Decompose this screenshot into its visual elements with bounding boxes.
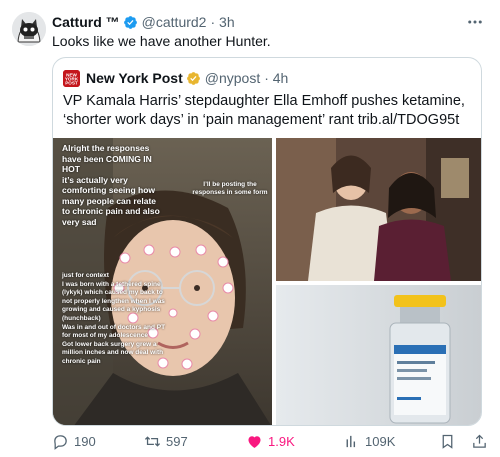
share-button[interactable]: [471, 431, 493, 451]
avatar[interactable]: [12, 12, 46, 46]
quote-author-handle[interactable]: @nypost: [205, 70, 260, 86]
verified-badge-icon: [123, 15, 137, 29]
like-count: 1.9K: [268, 433, 295, 449]
gold-verified-badge-icon: [186, 71, 200, 85]
repost-icon: [144, 435, 161, 447]
repost-button[interactable]: 597: [144, 431, 188, 451]
like-button[interactable]: 1.9K: [246, 431, 295, 451]
action-bar: 190 597 1.9K 109K: [52, 431, 492, 451]
quote-time[interactable]: · 4h: [264, 70, 288, 86]
media-image-portrait[interactable]: [276, 138, 481, 281]
reply-button[interactable]: 190: [52, 431, 96, 451]
quote-header: NEW YORK POST New York Post @nypost · 4h: [63, 68, 288, 88]
more-options-icon[interactable]: [465, 12, 485, 32]
analytics-icon: [346, 435, 356, 447]
share-icon: [473, 434, 486, 448]
tweet: Catturd ™ @catturd2 · 3h Looks like we h…: [0, 0, 500, 457]
overlay-text-context: just for context I was born with a tethe…: [62, 272, 166, 365]
view-count: 109K: [365, 433, 396, 449]
overlay-text-side: I’ll be posting the responses in some fo…: [192, 181, 268, 196]
bookmark-button[interactable]: [439, 431, 461, 451]
tweet-text: Looks like we have another Hunter.: [52, 33, 271, 49]
quote-text: VP Kamala Harris’ stepdaughter Ella Emho…: [63, 93, 465, 128]
svg-text:POST: POST: [65, 80, 78, 85]
quote-author-name[interactable]: New York Post: [86, 70, 183, 86]
bookmark-icon: [442, 434, 453, 449]
reply-count: 190: [74, 433, 96, 449]
media-image-vial[interactable]: [276, 285, 481, 425]
quoted-tweet[interactable]: NEW YORK POST New York Post @nypost · 4h…: [52, 57, 482, 426]
tweet-time[interactable]: · 3h: [210, 14, 234, 30]
views-button[interactable]: 109K: [343, 431, 395, 451]
media-image-selfie[interactable]: Alright the responses have been COMING I…: [53, 138, 272, 425]
nypost-logo: NEW YORK POST: [63, 69, 80, 87]
media-grid: Alright the responses have been COMING I…: [53, 138, 481, 425]
repost-count: 597: [166, 433, 188, 449]
heart-icon: [248, 435, 261, 448]
overlay-text-main: Alright the responses have been COMING I…: [62, 143, 160, 227]
author-handle[interactable]: @catturd2: [142, 14, 207, 30]
tweet-header: Catturd ™ @catturd2 · 3h: [52, 12, 235, 32]
reply-icon: [54, 434, 67, 450]
author-name[interactable]: Catturd ™: [52, 14, 120, 30]
